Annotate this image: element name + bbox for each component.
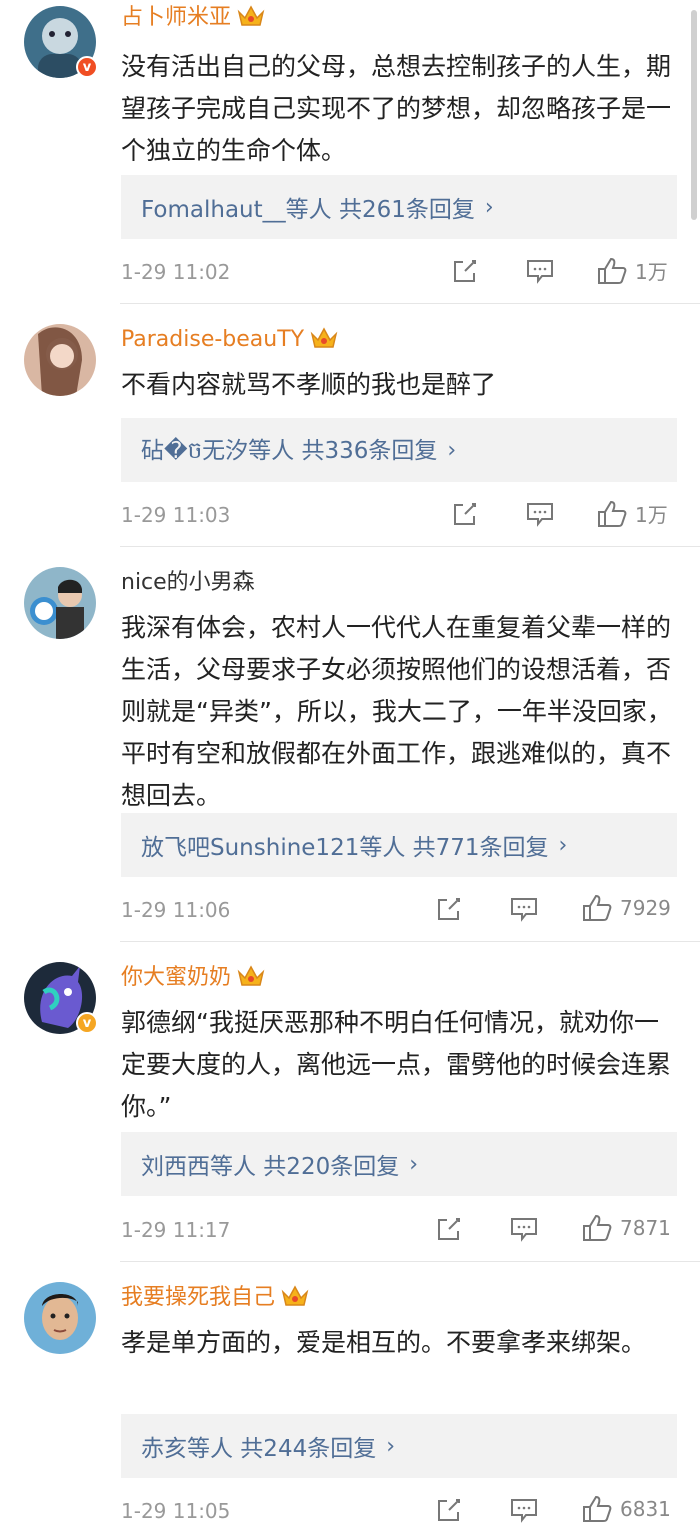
- comment-icon: [527, 503, 553, 527]
- reply-preview-button[interactable]: 放飞吧Sunshine121等人 共771条回复 ›: [121, 813, 677, 877]
- like-count: 6831: [620, 1497, 671, 1521]
- comment-icon: [511, 1218, 537, 1242]
- reply-button[interactable]: [526, 501, 554, 527]
- like-count: 7929: [620, 896, 671, 920]
- comment-icon: [511, 1499, 537, 1523]
- thumbs-up-icon: [583, 894, 612, 921]
- share-icon: [438, 1218, 460, 1240]
- share-icon: [438, 898, 460, 920]
- timestamp: 1-29 11:06: [121, 898, 231, 922]
- verified-icon: v: [76, 56, 98, 78]
- vip-crown-icon: [281, 1284, 309, 1316]
- vip-crown-icon: [310, 326, 338, 358]
- share-button[interactable]: [436, 1216, 462, 1242]
- reply-button[interactable]: [510, 1497, 538, 1523]
- chevron-right-icon: ›: [558, 832, 568, 858]
- vip-crown-icon: [237, 964, 265, 996]
- divider: [120, 546, 700, 547]
- comment-icon: [527, 260, 553, 284]
- username-text: 你大蜜奶奶: [121, 965, 232, 990]
- reply-preview-button[interactable]: 砧�ច无汐等人 共336条回复 ›: [121, 418, 677, 482]
- thumbs-up-icon: [583, 1214, 612, 1241]
- reply-preview-text: Fomalhaut__等人 共261条回复: [141, 197, 475, 223]
- like-count: 1万: [635, 503, 668, 527]
- like-count: 1万: [635, 260, 668, 284]
- timestamp: 1-29 11:03: [121, 503, 231, 527]
- share-icon: [438, 1499, 460, 1521]
- like-button[interactable]: 7871: [582, 1214, 671, 1242]
- like-button[interactable]: 6831: [582, 1495, 671, 1523]
- avatar[interactable]: [24, 567, 96, 639]
- comment-text: 没有活出自己的父母，总想去控制孩子的人生，期望孩子完成自己实现不了的梦想，却忽略…: [121, 52, 672, 165]
- scrollbar[interactable]: [691, 10, 697, 220]
- username[interactable]: nice的小男森: [121, 569, 255, 597]
- share-button[interactable]: [452, 258, 478, 284]
- username-text: nice的小男森: [121, 570, 255, 595]
- avatar[interactable]: [24, 1282, 96, 1354]
- comment-text: 我深有体会，农村人一代代人在重复着父辈一样的生活，父母要求子女必须按照他们的设想…: [121, 613, 672, 810]
- reply-preview-text: 刘西西等人 共220条回复: [141, 1154, 400, 1180]
- share-icon: [454, 503, 476, 525]
- like-count: 7871: [620, 1216, 671, 1240]
- verified-icon: v: [76, 1012, 98, 1034]
- like-button[interactable]: 1万: [597, 499, 668, 528]
- avatar[interactable]: [24, 324, 96, 396]
- thumbs-up-icon: [598, 500, 627, 527]
- reply-preview-text: 砧�ច无汐等人 共336条回复: [141, 437, 438, 464]
- share-button[interactable]: [436, 896, 462, 922]
- reply-preview-text: 放飞吧Sunshine121等人 共771条回复: [141, 835, 549, 861]
- share-icon: [454, 260, 476, 282]
- chevron-right-icon: ›: [447, 437, 457, 463]
- username[interactable]: 你大蜜奶奶: [121, 964, 265, 996]
- divider: [120, 1261, 700, 1262]
- comment-icon: [511, 898, 537, 922]
- divider: [120, 941, 700, 942]
- timestamp: 1-29 11:05: [121, 1499, 231, 1523]
- like-button[interactable]: 7929: [582, 894, 671, 922]
- reply-preview-button[interactable]: Fomalhaut__等人 共261条回复 ›: [121, 175, 677, 239]
- chevron-right-icon: ›: [484, 194, 494, 220]
- username[interactable]: 我要操死我自己: [121, 1284, 309, 1316]
- share-button[interactable]: [436, 1497, 462, 1523]
- divider: [120, 303, 700, 304]
- reply-button[interactable]: [510, 896, 538, 922]
- reply-preview-text: 赤亥等人 共244条回复: [141, 1436, 377, 1462]
- comment-text: 不看内容就骂不孝顺的我也是醉了: [121, 370, 497, 399]
- timestamp: 1-29 11:17: [121, 1218, 231, 1242]
- username-text: 我要操死我自己: [121, 1285, 276, 1310]
- comment-text: 郭德纲“我挺厌恶那种不明白任何情况，就劝你一定要大度的人，离他远一点，雷劈他的时…: [121, 1008, 672, 1121]
- chevron-right-icon: ›: [386, 1433, 396, 1459]
- thumbs-up-icon: [583, 1495, 612, 1522]
- reply-button[interactable]: [510, 1216, 538, 1242]
- share-button[interactable]: [452, 501, 478, 527]
- thumbs-up-icon: [598, 257, 627, 284]
- username-text: Paradise-beauTY: [121, 327, 305, 352]
- username-text: 占卜师米亚: [121, 5, 232, 30]
- reply-preview-button[interactable]: 赤亥等人 共244条回复 ›: [121, 1414, 677, 1478]
- chevron-right-icon: ›: [409, 1151, 419, 1177]
- timestamp: 1-29 11:02: [121, 260, 231, 284]
- username[interactable]: Paradise-beauTY: [121, 326, 338, 358]
- reply-button[interactable]: [526, 258, 554, 284]
- reply-preview-button[interactable]: 刘西西等人 共220条回复 ›: [121, 1132, 677, 1196]
- vip-crown-icon: [237, 4, 265, 36]
- comment-text: 孝是单方面的，爱是相互的。不要拿孝来绑架。: [121, 1328, 647, 1357]
- like-button[interactable]: 1万: [597, 256, 668, 285]
- username[interactable]: 占卜师米亚: [121, 4, 265, 36]
